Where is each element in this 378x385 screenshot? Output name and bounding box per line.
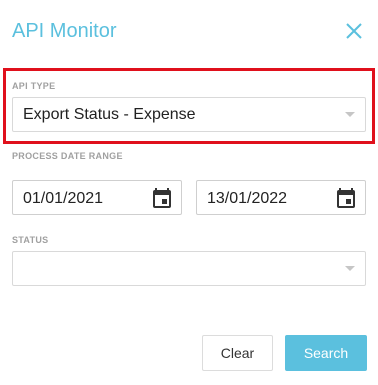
chevron-down-icon [345,266,355,271]
clear-button[interactable]: Clear [202,335,273,371]
status-select[interactable] [12,251,366,286]
api-type-value: Export Status - Expense [23,106,196,123]
start-date-input[interactable]: 01/01/2021 [12,180,182,215]
api-monitor-dialog: API Monitor API TYPE Export Status - Exp… [0,0,378,385]
calendar-icon[interactable] [337,188,355,208]
chevron-down-icon [345,112,355,117]
dialog-title: API Monitor [12,20,117,42]
api-type-label: API TYPE [12,81,56,91]
end-date-input[interactable]: 13/01/2022 [196,180,366,215]
search-button[interactable]: Search [285,335,367,371]
api-type-select[interactable]: Export Status - Expense [12,97,366,132]
close-button[interactable] [344,21,364,41]
process-date-range-label: PROCESS DATE RANGE [12,151,123,161]
calendar-icon[interactable] [153,188,171,208]
close-icon [346,23,362,39]
status-label: STATUS [12,235,49,245]
end-date-value: 13/01/2022 [207,190,288,207]
start-date-value: 01/01/2021 [23,190,104,207]
